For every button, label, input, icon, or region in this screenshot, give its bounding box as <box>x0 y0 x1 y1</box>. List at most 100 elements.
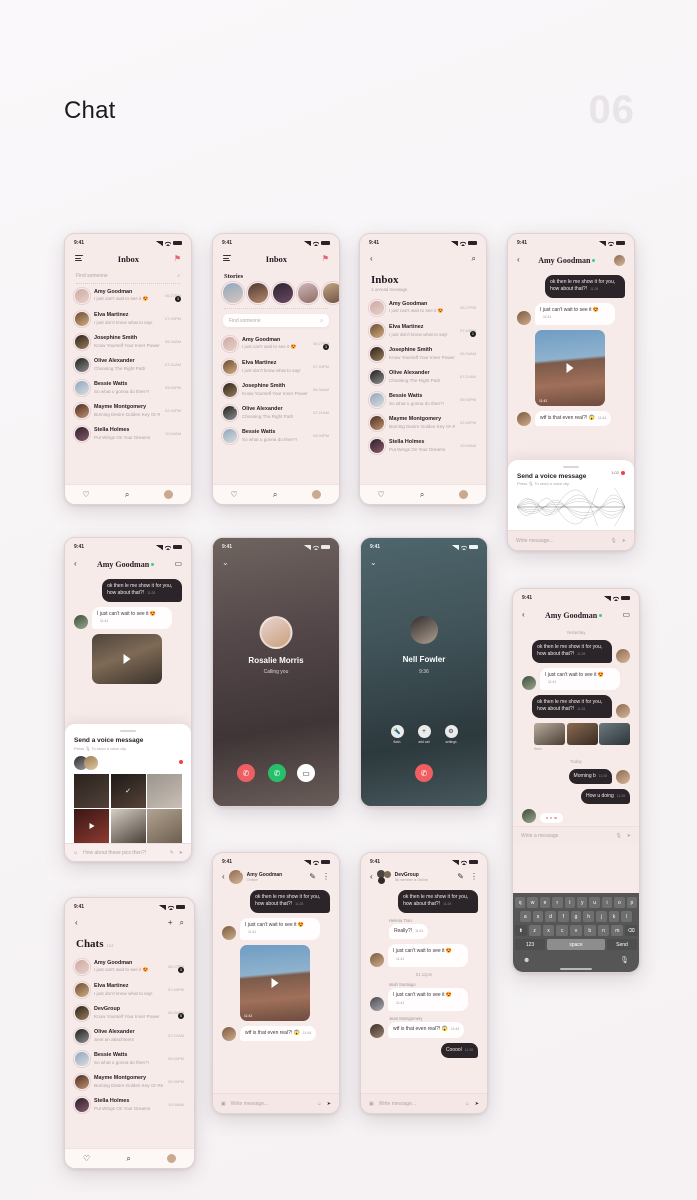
add-call-button[interactable]: + <box>417 725 431 738</box>
key-d[interactable]: d <box>545 911 556 923</box>
key-o[interactable]: o <box>614 897 625 909</box>
list-item[interactable]: DevGroup Know Yourself Your Inner Power 06… <box>75 1001 184 1024</box>
flag-icon[interactable]: ⚑ <box>322 255 329 263</box>
more-icon[interactable]: ⋮ <box>470 873 478 881</box>
send-icon[interactable]: ➤ <box>179 850 183 856</box>
photo-thumb[interactable] <box>74 773 109 808</box>
key-t[interactable]: t <box>564 897 575 909</box>
video-call-icon[interactable]: ▭ <box>622 611 630 619</box>
tab-profile-avatar[interactable] <box>459 490 469 499</box>
list-item[interactable]: Elva Martinez I just don't know what to s… <box>223 355 329 378</box>
media-message[interactable]: 11:42 <box>535 330 606 406</box>
edit-icon[interactable]: ✎ <box>309 873 316 881</box>
key-l[interactable]: l <box>621 911 633 923</box>
emoji-icon[interactable]: ☻ <box>523 957 530 964</box>
tab-favorites[interactable]: ♡ <box>83 1154 90 1163</box>
key-⬆[interactable]: ⬆ <box>514 925 527 937</box>
video-call-button[interactable]: ▭ <box>297 764 315 782</box>
drag-handle[interactable] <box>120 730 136 732</box>
search-icon[interactable]: ⌕ <box>472 255 476 263</box>
key-p[interactable]: p <box>626 897 638 909</box>
key-y[interactable]: y <box>577 897 588 909</box>
send-icon[interactable]: ➤ <box>627 833 631 839</box>
key-a[interactable]: a <box>519 911 531 923</box>
contact-avatar[interactable] <box>228 870 243 884</box>
message-input[interactable]: Write message... <box>516 538 605 544</box>
story-avatar[interactable] <box>273 283 293 303</box>
message-input[interactable]: How about these pics then?! <box>83 850 164 856</box>
tab-profile-avatar[interactable] <box>166 1154 176 1163</box>
decline-call-button[interactable]: ✆ <box>237 764 255 782</box>
more-icon[interactable]: ⋮ <box>322 873 330 881</box>
emoji-icon[interactable]: ☺ <box>73 850 78 856</box>
tab-favorites[interactable]: ♡ <box>83 490 90 499</box>
key-f[interactable]: f <box>558 911 569 923</box>
list-item[interactable]: Josephine Smith Know Yourself Your Inner … <box>75 330 181 353</box>
photo-thumb[interactable] <box>147 809 182 843</box>
list-item[interactable]: Olive Alexander Sent an attachment 07:21AM <box>75 1024 184 1047</box>
key-j[interactable]: j <box>596 911 607 923</box>
accept-call-button[interactable]: ✆ <box>268 764 286 782</box>
key-b[interactable]: b <box>583 925 596 937</box>
tab-search[interactable]: ⌕ <box>273 490 277 500</box>
photo-thumb[interactable] <box>534 722 565 745</box>
menu-icon[interactable] <box>75 255 83 263</box>
list-item[interactable]: Stella Holmes Put Wings On Your Dreams 10:… <box>370 434 476 457</box>
send-icon[interactable]: ➤ <box>475 1101 479 1107</box>
mic-icon[interactable]: 🎙 <box>615 833 621 839</box>
list-item[interactable]: Stella Holmes Put Wings On Your Dreams 10:… <box>75 422 181 445</box>
list-item[interactable]: Amy Goodman I just can't wait to see it 😍… <box>75 284 181 307</box>
message-input[interactable]: Write message... <box>379 1101 460 1107</box>
camera-icon[interactable]: ▣ <box>369 1101 374 1107</box>
end-call-button[interactable]: ✆ <box>415 764 433 782</box>
key-⌫[interactable]: ⌫ <box>625 925 638 937</box>
list-item[interactable]: Stella Holmes Put Wings On Your Dreams 10:… <box>75 1093 184 1116</box>
composer[interactable]: Write message... 🎙 ➤ <box>508 530 634 550</box>
key-r[interactable]: r <box>552 897 563 909</box>
key-i[interactable]: i <box>601 897 613 909</box>
key-n[interactable]: n <box>597 925 610 937</box>
list-item[interactable]: Mayme Montgomery Burning Desire Golden Ke… <box>75 399 181 422</box>
list-item[interactable]: Josephine Smith Know Yourself Your Inner … <box>223 378 329 401</box>
mic-icon[interactable]: 🎙 <box>620 956 629 964</box>
back-icon[interactable]: ‹ <box>370 255 373 263</box>
key-u[interactable]: u <box>589 897 600 909</box>
key-m[interactable]: m <box>611 925 624 937</box>
tab-profile-avatar[interactable] <box>164 490 174 499</box>
key-e[interactable]: e <box>539 897 551 909</box>
back-icon[interactable]: ‹ <box>222 873 225 881</box>
back-icon[interactable]: ‹ <box>370 873 373 881</box>
story-avatar[interactable] <box>248 283 268 303</box>
tab-search[interactable]: ⌕ <box>420 490 424 500</box>
back-icon[interactable]: ‹ <box>74 560 77 568</box>
list-item[interactable]: Olive Alexander Choosing The Right Path 07… <box>370 365 476 388</box>
attach-icon[interactable]: ✎ <box>170 850 174 856</box>
drag-handle[interactable] <box>563 465 579 468</box>
key-z[interactable]: z <box>528 925 541 937</box>
message-input[interactable]: Write a message <box>521 833 610 839</box>
play-icon[interactable] <box>566 363 574 373</box>
composer[interactable]: ☺ How about these pics then?! ✎ ➤ <box>65 843 191 861</box>
composer[interactable]: Write a message 🎙 ➤ <box>513 826 639 844</box>
key-123[interactable]: 123 <box>515 939 546 951</box>
photo-thumb[interactable] <box>147 773 182 808</box>
send-icon[interactable]: ➤ <box>622 538 626 544</box>
key-h[interactable]: h <box>583 911 595 923</box>
composer[interactable]: ▣ Write message... ☺ ➤ <box>361 1093 487 1113</box>
settings-button[interactable]: ⚙ <box>444 725 458 738</box>
key-x[interactable]: x <box>542 925 555 937</box>
key-c[interactable]: c <box>556 925 569 937</box>
key-s[interactable]: s <box>532 911 544 923</box>
tab-search[interactable]: ⌕ <box>125 490 129 500</box>
list-item[interactable]: Josephine Smith Know Yourself Your Inner … <box>370 342 476 365</box>
contact-avatar[interactable] <box>614 254 625 266</box>
key-q[interactable]: q <box>514 897 526 909</box>
send-icon[interactable]: ➤ <box>327 1101 331 1107</box>
back-icon[interactable]: ‹ <box>75 919 78 927</box>
key-space[interactable]: space <box>547 939 605 951</box>
list-item[interactable]: Mayme Montgomery Burning Desire Golden Ke… <box>370 411 476 434</box>
flag-icon[interactable]: ⚑ <box>174 255 181 263</box>
play-icon[interactable] <box>123 654 131 664</box>
search-input[interactable]: Find someone ⌕ <box>76 273 180 284</box>
photo-thumb[interactable] <box>74 809 109 843</box>
